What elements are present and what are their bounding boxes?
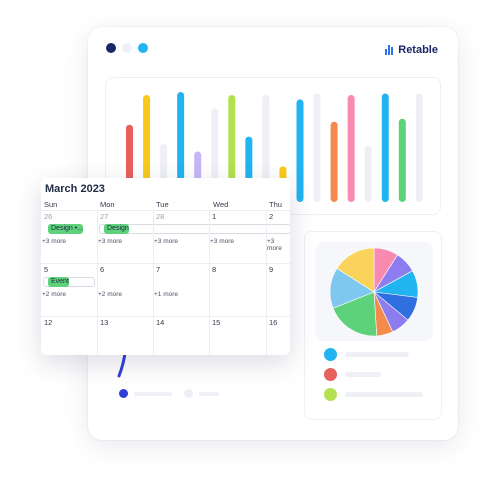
app-name: Retable bbox=[398, 44, 438, 56]
calendar-more-link[interactable]: +1 more bbox=[154, 291, 178, 298]
calendar-more-link[interactable]: +2 more bbox=[98, 291, 122, 298]
weekday-label: Wed bbox=[213, 200, 229, 209]
calendar-more-link[interactable]: +2 more bbox=[42, 291, 66, 298]
bar bbox=[364, 145, 372, 202]
calendar-more-link[interactable]: +3 more bbox=[154, 238, 178, 245]
retable-logo-icon bbox=[385, 45, 395, 55]
calendar-day-number[interactable]: 8 bbox=[212, 265, 216, 274]
pie-chart-panel bbox=[304, 231, 442, 420]
chart-footer-legend bbox=[119, 389, 219, 398]
calendar-day-number[interactable]: 1 bbox=[212, 212, 216, 221]
legend-dot bbox=[324, 368, 337, 381]
calendar-day-number[interactable]: 5 bbox=[44, 265, 48, 274]
weekday-label: Mon bbox=[100, 200, 115, 209]
pie-chart bbox=[329, 247, 419, 337]
legend-dot bbox=[119, 389, 128, 398]
legend-placeholder-line bbox=[345, 372, 381, 377]
calendar-event[interactable]: Event bbox=[48, 277, 69, 287]
legend-dot bbox=[324, 388, 337, 401]
window-dot-minimize[interactable] bbox=[122, 43, 132, 53]
calendar-more-link[interactable]: +3 more bbox=[267, 238, 290, 252]
bar bbox=[313, 93, 321, 202]
window-dot-maximize[interactable] bbox=[138, 43, 148, 53]
calendar-day-number[interactable]: 12 bbox=[44, 318, 52, 327]
legend-dot bbox=[324, 348, 337, 361]
legend-placeholder-line bbox=[345, 352, 409, 357]
calendar-more-link[interactable]: +3 more bbox=[42, 238, 66, 245]
window-dot-close[interactable] bbox=[106, 43, 116, 53]
legend-placeholder-line bbox=[345, 392, 423, 397]
legend-placeholder-line bbox=[134, 391, 172, 396]
calendar-day-number[interactable]: 16 bbox=[269, 318, 277, 327]
pie-legend-item bbox=[324, 348, 409, 361]
calendar-day-number[interactable]: 6 bbox=[100, 265, 104, 274]
calendar-widget: March 2023 Sun Mon Tue Wed Thu 26 Design … bbox=[41, 178, 290, 355]
weekday-label: Thu bbox=[269, 200, 282, 209]
calendar-day-number[interactable]: 27 bbox=[100, 212, 108, 221]
calendar-day-number[interactable]: 9 bbox=[269, 265, 273, 274]
calendar-day-number[interactable]: 14 bbox=[156, 318, 164, 327]
calendar-more-link[interactable]: +3 more bbox=[210, 238, 234, 245]
calendar-day-number[interactable]: 7 bbox=[156, 265, 160, 274]
bar bbox=[398, 118, 406, 202]
bar bbox=[415, 93, 423, 202]
grid-divider bbox=[41, 263, 290, 264]
calendar-weekday-header: Sun Mon Tue Wed Thu bbox=[41, 200, 290, 210]
weekday-label: Sun bbox=[44, 200, 58, 209]
calendar-day-number[interactable]: 28 bbox=[156, 212, 164, 221]
calendar-month-title: March 2023 bbox=[45, 183, 105, 195]
grid-divider bbox=[97, 210, 98, 355]
line-chart-fragment bbox=[117, 352, 127, 378]
grid-divider bbox=[209, 210, 210, 355]
pie-legend-item bbox=[324, 368, 381, 381]
pie-legend-item bbox=[324, 388, 423, 401]
bar bbox=[381, 93, 389, 202]
weekday-label: Tue bbox=[156, 200, 169, 209]
retable-logo: Retable bbox=[385, 44, 438, 56]
grid-divider bbox=[41, 210, 290, 211]
grid-divider bbox=[153, 210, 154, 355]
calendar-day-number[interactable]: 26 bbox=[44, 212, 52, 221]
calendar-grid: 26 Design •... +3 more 27 Design +3 more 28 +3 … bbox=[41, 210, 290, 355]
grid-divider bbox=[266, 210, 267, 355]
calendar-event[interactable]: Design •... bbox=[48, 224, 84, 234]
bar bbox=[330, 121, 338, 202]
legend-dot bbox=[184, 389, 193, 398]
calendar-more-link[interactable]: +3 more bbox=[98, 238, 122, 245]
calendar-day-number[interactable]: 15 bbox=[212, 318, 220, 327]
bar bbox=[296, 99, 304, 202]
grid-divider bbox=[41, 316, 290, 317]
pie-chart-container bbox=[315, 242, 433, 341]
calendar-day-number[interactable]: 13 bbox=[100, 318, 108, 327]
calendar-event[interactable]: Design bbox=[104, 224, 129, 234]
legend-placeholder-line bbox=[199, 391, 219, 396]
bar bbox=[347, 94, 355, 202]
calendar-day-number[interactable]: 2 bbox=[269, 212, 273, 221]
